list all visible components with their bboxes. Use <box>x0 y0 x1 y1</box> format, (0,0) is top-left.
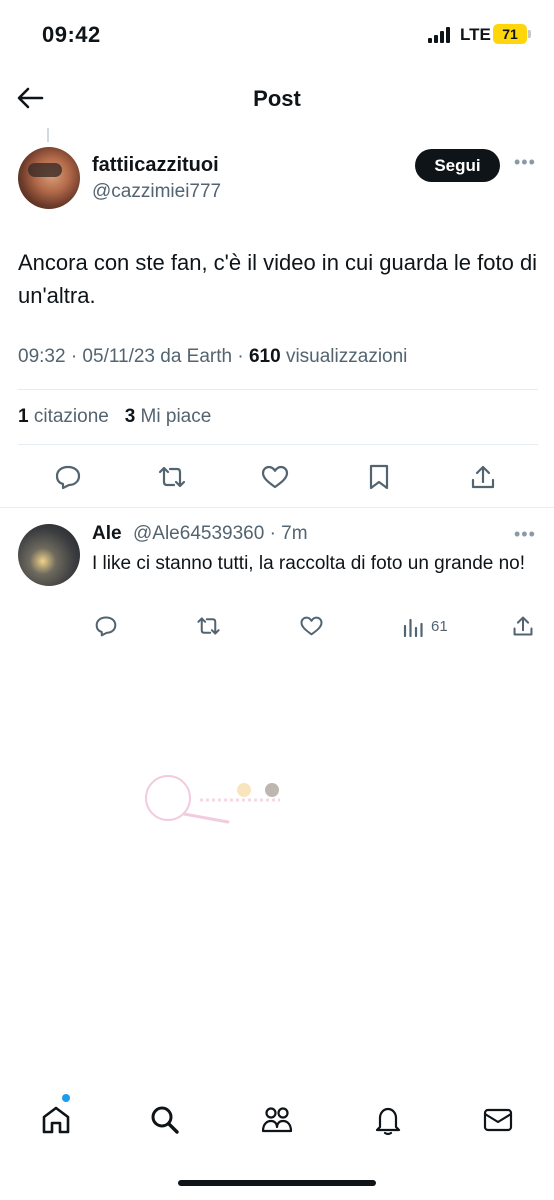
reply-retweet-button[interactable] <box>193 612 223 640</box>
views-icon <box>403 618 423 638</box>
bookmark-icon <box>369 464 389 490</box>
views-count: 610 <box>248 346 281 367</box>
nav-messages[interactable] <box>476 1098 520 1142</box>
notification-dot <box>62 1094 70 1102</box>
reply-reply-button[interactable] <box>92 612 120 640</box>
quotes-label[interactable]: citazione <box>29 406 109 427</box>
signal-icon <box>428 27 454 43</box>
like-button[interactable] <box>257 460 293 494</box>
status-time: 09:42 <box>42 22 101 47</box>
author-name[interactable]: fattiicazzituoi <box>92 154 219 177</box>
divider <box>18 389 538 390</box>
reply-text: I like ci stanno tutti, la raccolta di f… <box>92 553 526 574</box>
reply-views-button[interactable] <box>400 614 426 640</box>
thread-line <box>47 128 49 142</box>
likes-label[interactable]: Mi piace <box>135 406 212 427</box>
status-bar: 09:42 LTE 71 <box>0 0 554 70</box>
reply-avatar[interactable] <box>18 524 80 586</box>
notifications-icon <box>375 1107 401 1136</box>
page-title: Post <box>253 86 301 111</box>
nav-home[interactable] <box>34 1098 78 1142</box>
reply-like-button[interactable] <box>297 612 325 640</box>
nav-search[interactable] <box>143 1098 187 1142</box>
home-icon <box>42 1106 70 1134</box>
bookmark-button[interactable] <box>361 460 397 494</box>
retweet-button[interactable] <box>154 460 190 494</box>
post-timestamp: 09:32 · 05/11/23 da Earth · <box>18 346 249 367</box>
reply-more-options-icon[interactable]: ••• <box>514 524 536 545</box>
like-icon <box>300 616 322 636</box>
reply-icon <box>55 465 81 490</box>
views-label: visualizzazioni <box>280 346 408 367</box>
author-handle[interactable]: @cazzimiei777 <box>92 181 221 203</box>
nav-notifications[interactable] <box>366 1098 410 1142</box>
home-indicator <box>178 1180 376 1186</box>
reply-button[interactable] <box>50 460 86 494</box>
reply-author-name[interactable]: Ale <box>92 523 122 545</box>
share-icon <box>471 465 495 489</box>
search-icon <box>151 1106 179 1134</box>
divider <box>0 507 554 508</box>
quotes-count[interactable]: 1 <box>18 406 29 427</box>
battery-icon: 71 <box>493 24 527 44</box>
author-avatar[interactable] <box>18 147 80 209</box>
reply-handle-time[interactable]: @Ale64539360 · 7m <box>133 523 308 545</box>
bottom-nav <box>0 1090 554 1150</box>
post-stats: 1 citazione 3 Mi piace <box>18 406 211 428</box>
network-label: LTE <box>460 25 491 44</box>
battery-tip <box>528 30 531 38</box>
follow-button[interactable]: Segui <box>415 149 500 182</box>
nav-communities[interactable] <box>255 1098 299 1142</box>
more-options-icon[interactable]: ••• <box>514 152 536 173</box>
reply-icon <box>95 616 117 637</box>
header: Post <box>0 70 554 128</box>
divider <box>18 444 538 445</box>
retweet-icon <box>158 466 186 488</box>
watermark-logo <box>145 775 280 824</box>
share-icon <box>513 616 533 636</box>
messages-icon <box>483 1108 513 1132</box>
share-button[interactable] <box>465 460 501 494</box>
reply-views-count: 61 <box>431 618 448 635</box>
communities-icon <box>261 1107 293 1133</box>
likes-count[interactable]: 3 <box>125 406 136 427</box>
post-text: Ancora con ste fan, c'è il video in cui … <box>18 250 538 308</box>
like-icon <box>261 465 289 489</box>
retweet-icon <box>196 617 220 635</box>
reply-share-button[interactable] <box>509 612 537 640</box>
post-meta: 09:32 · 05/11/23 da Earth · 610 visualiz… <box>18 346 407 368</box>
